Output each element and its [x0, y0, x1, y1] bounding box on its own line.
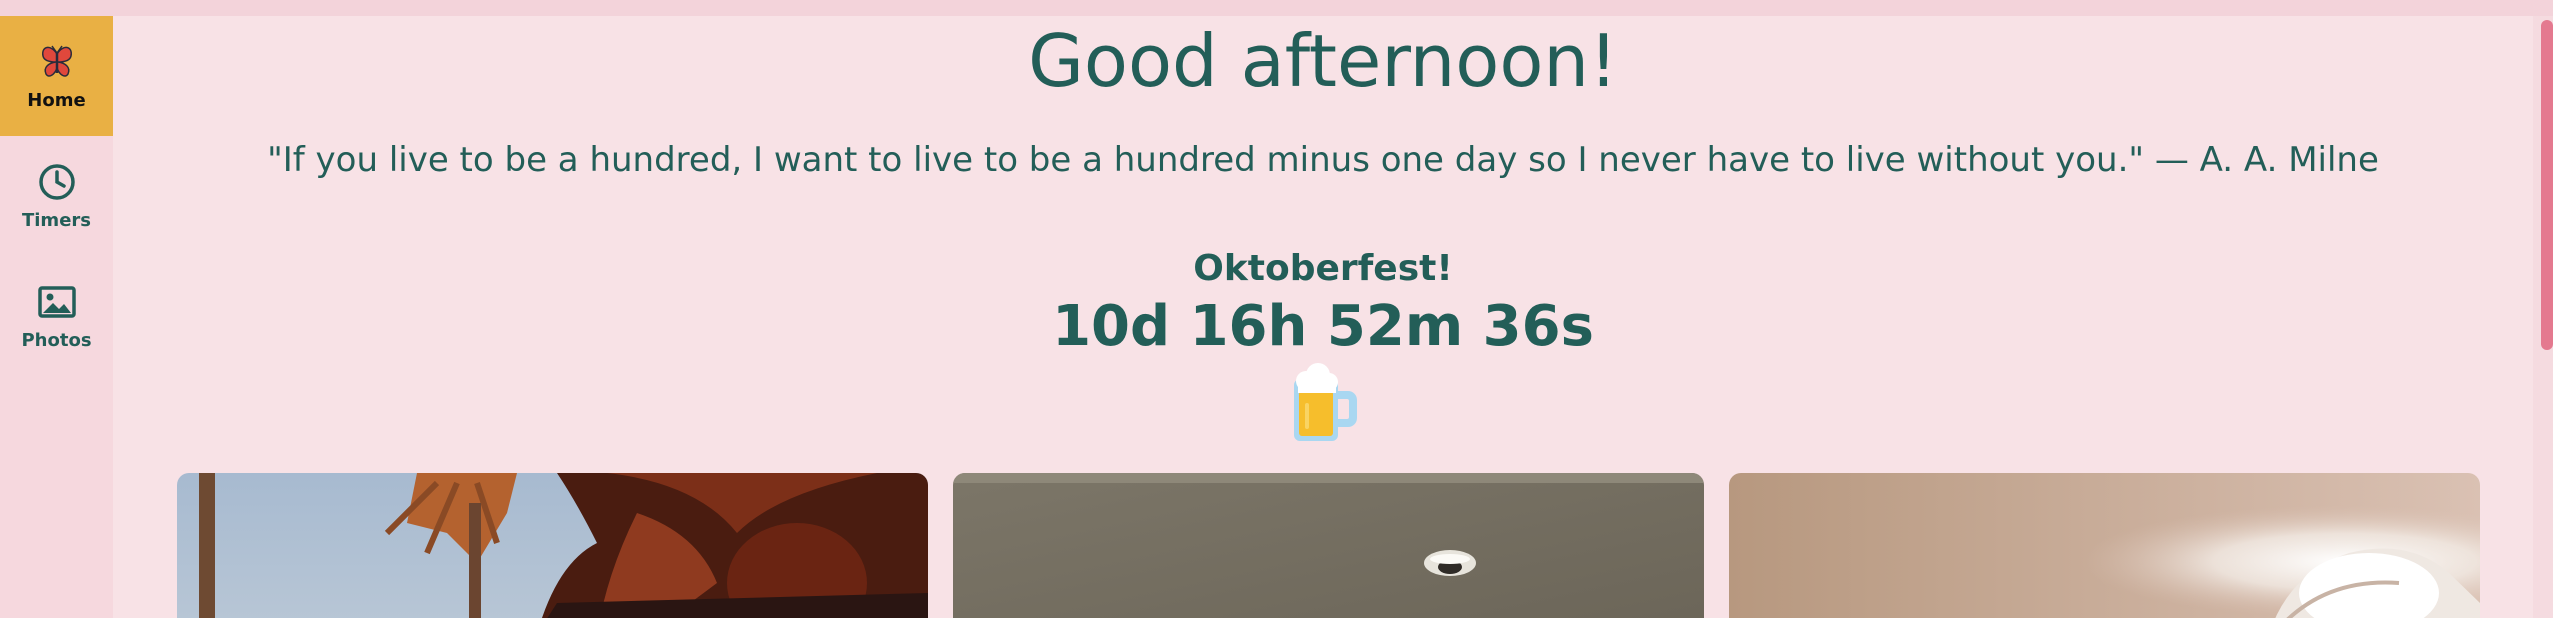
sidebar-item-label: Timers: [21, 209, 91, 231]
clock-icon: [38, 163, 75, 200]
sidebar: Home Timers Photos: [0, 16, 113, 618]
photo-beach-person: [177, 473, 928, 618]
main-content: Good afternoon! "If you live to be a hun…: [113, 16, 2533, 618]
sidebar-item-label: Photos: [21, 329, 92, 351]
greeting-heading: Good afternoon!: [1028, 19, 1618, 103]
timer-title: Oktoberfest!: [1193, 248, 1453, 289]
photo-ceiling-light: [1729, 473, 2480, 618]
image-icon: [37, 285, 76, 318]
sidebar-item-home[interactable]: Home: [0, 16, 113, 136]
sidebar-item-photos[interactable]: Photos: [0, 256, 113, 376]
timer-countdown: 10d 16h 52m 36s: [1052, 294, 1594, 359]
scrollbar-thumb[interactable]: [2541, 20, 2553, 350]
photo-ceiling: [953, 473, 1704, 618]
sidebar-item-label: Home: [27, 89, 86, 111]
app-page: Home Timers Photos Good afternoon! "If y…: [0, 0, 2553, 618]
quote-text: "If you live to be a hundred, I want to …: [267, 140, 2379, 180]
beer-mug-icon: [1294, 363, 1357, 441]
photo-card[interactable]: [953, 473, 1704, 618]
butterfly-icon: [41, 45, 72, 77]
photo-card[interactable]: [177, 473, 928, 618]
top-bar: [0, 0, 2553, 16]
photo-card[interactable]: [1729, 473, 2480, 618]
sidebar-item-timers[interactable]: Timers: [0, 136, 113, 256]
